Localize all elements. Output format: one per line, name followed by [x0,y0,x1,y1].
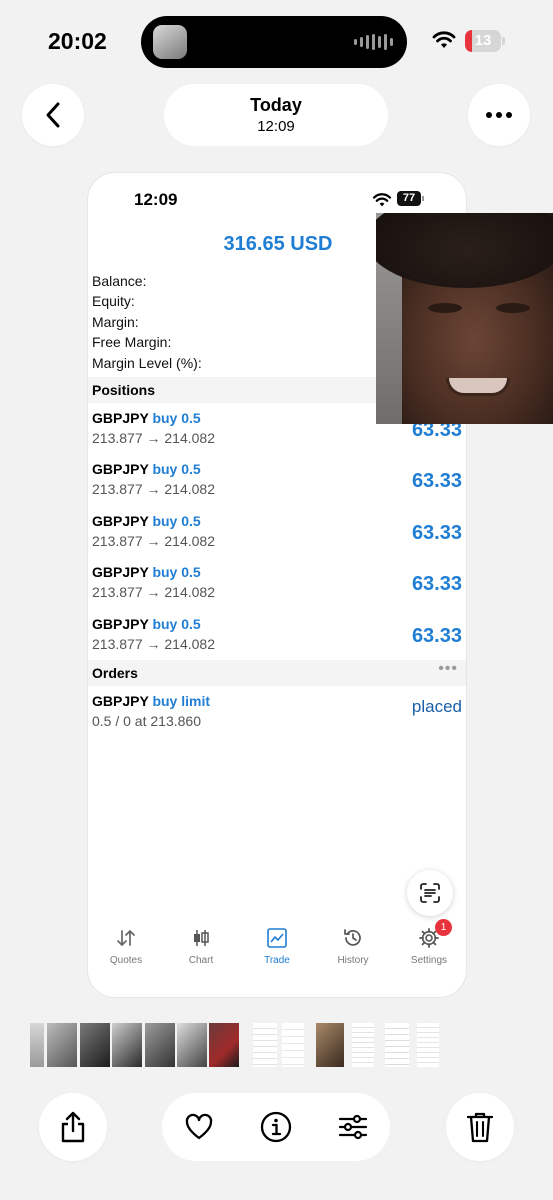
tab-quotes[interactable]: Quotes [88,925,164,966]
thumbnail[interactable] [30,1023,44,1067]
tab-trade[interactable]: Trade [239,925,315,966]
thumbnail[interactable] [177,1023,207,1067]
battery-tip [502,37,505,45]
island-avatar [153,25,187,59]
text-scan-icon [420,883,440,903]
favorite-button[interactable] [182,1110,216,1144]
position-profit: 63.33 [411,625,462,647]
position-profit: 63.33 [411,470,462,492]
position-profit: 63.33 [411,573,462,595]
back-button[interactable] [22,84,84,146]
share-icon [61,1111,85,1143]
trash-icon [466,1112,494,1143]
position-row[interactable]: GBPJPY buy 0.5 213.877 → 214.082 63.33 [88,564,466,615]
photo-date-pill[interactable]: Today 12:09 [164,84,388,146]
video-person [376,213,553,288]
sliders-icon [338,1114,368,1140]
inner-status-time: 12:09 [134,190,178,209]
audio-wave-icon [354,34,393,50]
orders-header: Orders ••• [88,660,466,686]
quotes-icon [117,930,135,946]
photo-actions [162,1093,390,1161]
thumbnail[interactable] [80,1023,110,1067]
dynamic-island[interactable] [141,16,407,68]
tab-chart[interactable]: Chart [163,925,239,966]
status-time: 20:02 [48,28,107,54]
thumbnail[interactable] [112,1023,142,1067]
inner-battery-tip [422,196,424,201]
photo-thumbnail-strip[interactable] [0,1023,553,1067]
photo-date: Today [250,95,302,115]
thumbnail[interactable] [282,1023,304,1067]
wifi-icon [432,31,456,48]
position-row[interactable]: GBPJPY buy 0.5 213.877 → 214.082 63.33 [88,513,466,564]
share-button[interactable] [39,1093,107,1161]
order-row[interactable]: GBPJPY buy limit 0.5 / 0 at 213.860 plac… [88,693,466,744]
more-button[interactable] [468,84,530,146]
thumbnail[interactable] [253,1023,277,1067]
thumbnail[interactable] [47,1023,77,1067]
stat-equity: Equity: [92,293,135,309]
thumbnail[interactable] [352,1023,374,1067]
chevron-left-icon [46,102,60,128]
thumbnail[interactable] [417,1023,439,1067]
battery-icon: 13 [465,30,501,52]
adjust-button[interactable] [336,1110,370,1144]
delete-button[interactable] [446,1093,514,1161]
orders-more-icon[interactable]: ••• [438,660,458,678]
stat-margin-level: Margin Level (%): [92,355,202,371]
tab-settings[interactable]: Settings 1 [391,919,466,966]
heart-icon [185,1113,213,1140]
order-state: placed [411,697,462,716]
bottom-tab-bar: Quotes Chart Trade History Settings 1 [88,919,466,975]
status-bar: 20:02 13 [0,0,553,80]
chart-icon [194,930,209,946]
position-row[interactable]: GBPJPY buy 0.5 213.877 → 214.082 63.33 [88,461,466,512]
stat-balance: Balance: [92,273,147,289]
info-icon [260,1111,292,1143]
live-text-button[interactable] [407,870,453,916]
thumbnail[interactable] [145,1023,175,1067]
trade-icon [267,928,287,948]
notification-badge: 1 [435,919,452,936]
inner-wifi-icon [372,193,392,207]
position-profit: 63.33 [411,522,462,544]
thumbnail[interactable] [316,1023,344,1067]
info-button[interactable] [259,1110,293,1144]
ellipsis-icon [486,112,512,118]
history-icon [344,929,361,946]
stat-free-margin: Free Margin: [92,334,172,350]
inner-battery-icon: 77 [397,191,421,206]
thumbnail[interactable] [209,1023,239,1067]
tab-history[interactable]: History [315,925,391,966]
photo-time: 12:09 [257,118,295,135]
stat-margin: Margin: [92,314,139,330]
thumbnail[interactable] [385,1023,409,1067]
video-overlay[interactable] [376,213,553,424]
